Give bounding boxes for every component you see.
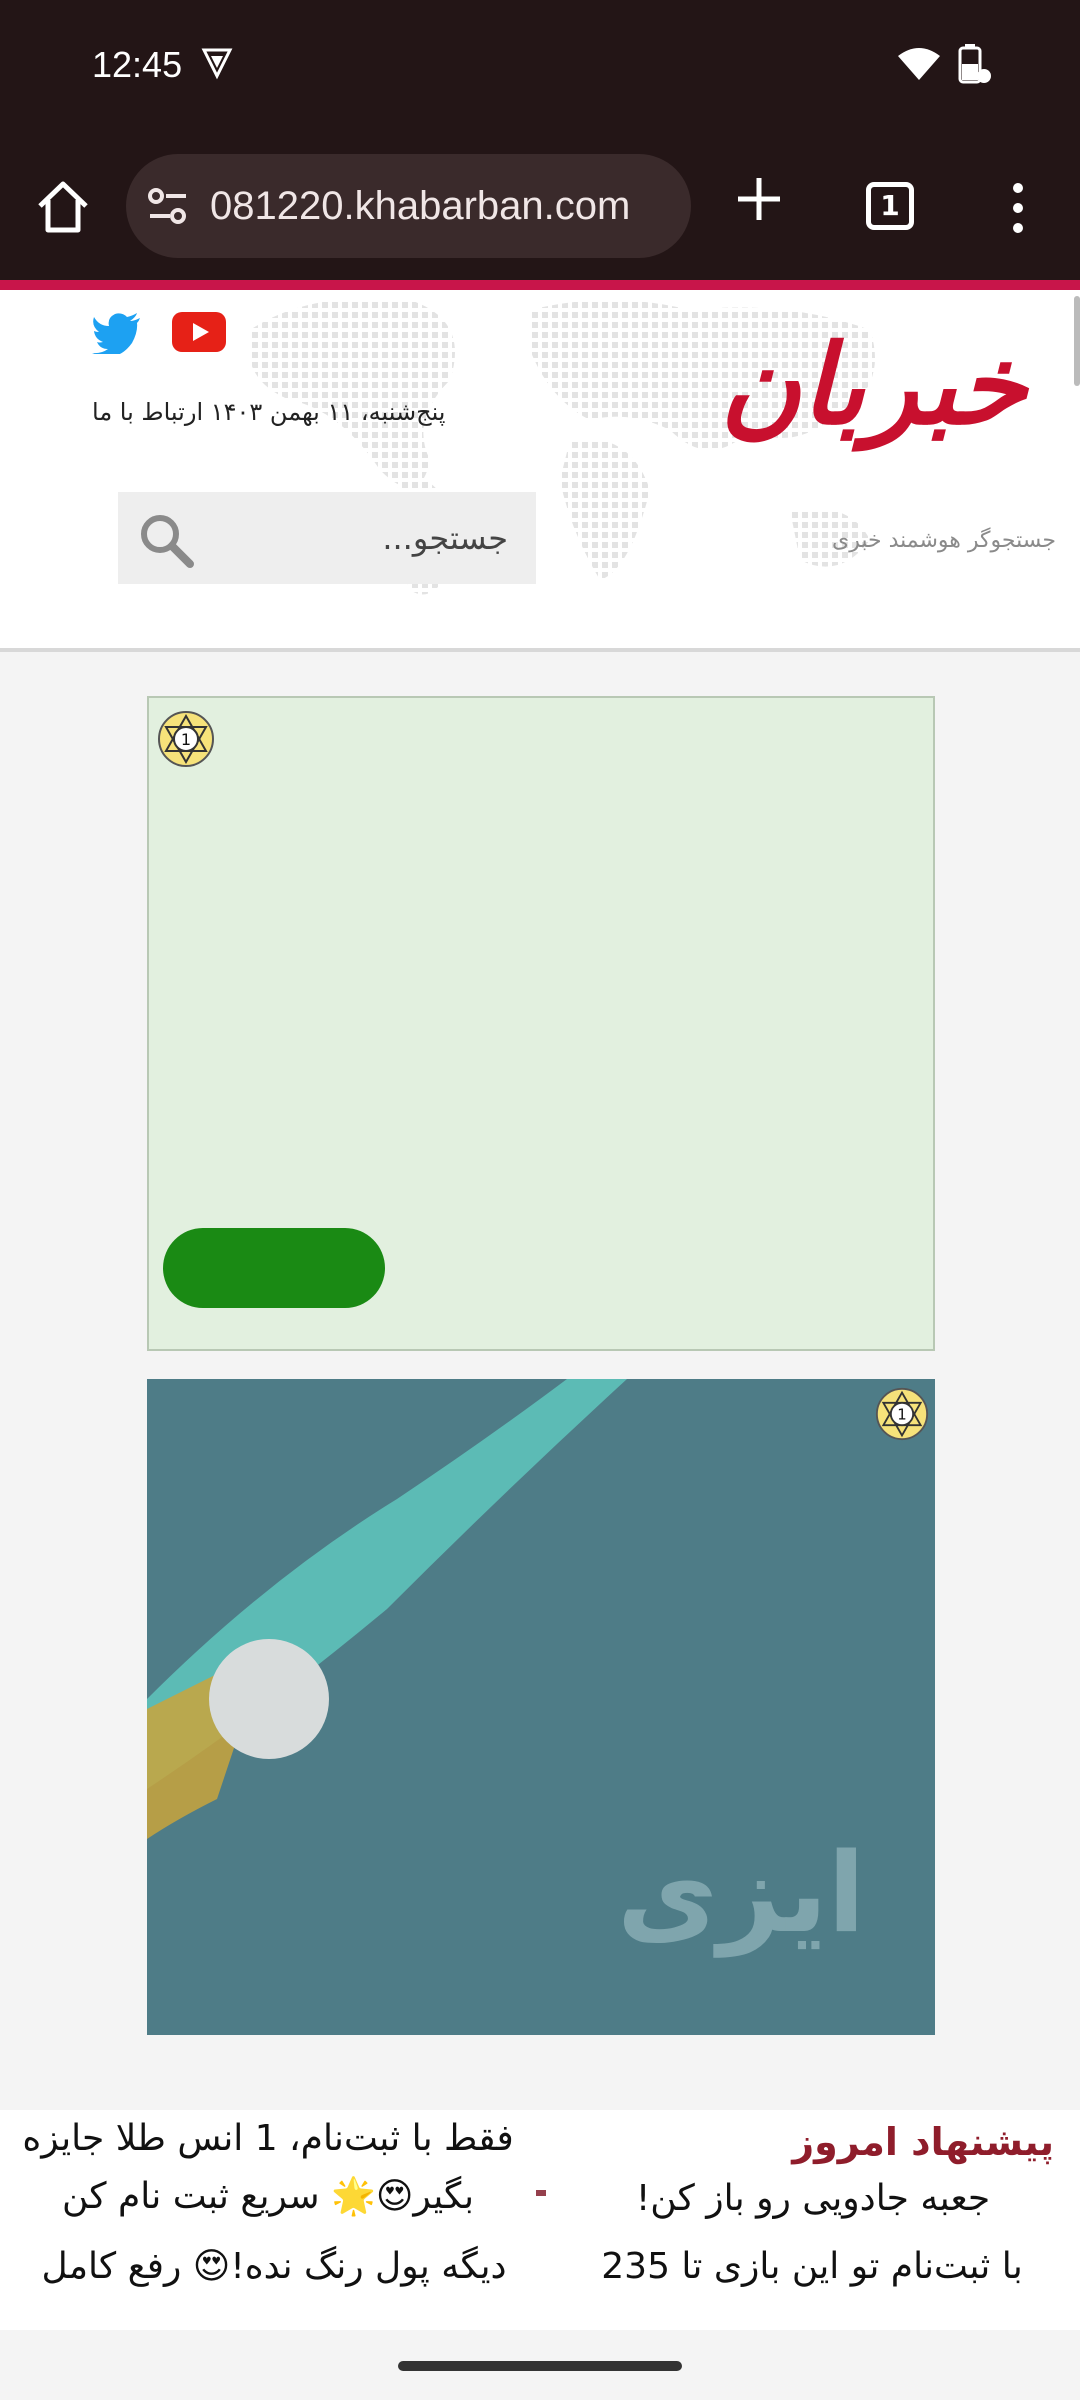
site-tagline: جستجوگر هوشمند خبری (832, 528, 1056, 553)
accent-strip (0, 280, 1080, 290)
date-and-contact: پنج‌شنبه، ۱۱ بهمن ۱۴۰۳ ارتباط با ما (92, 398, 446, 426)
promo-section: پیشنهاد امروز فقط با ثبت‌نام، 1 انس طلا … (0, 2110, 1080, 2330)
ad-brand-text: ایزی (617, 1829, 866, 1957)
search-input[interactable] (208, 512, 508, 564)
site-header: پنج‌شنبه، ۱۱ بهمن ۱۴۰۳ ارتباط با ما خبرب… (0, 290, 1080, 652)
site-search (118, 492, 536, 584)
home-button[interactable] (30, 174, 96, 240)
vpn-icon (200, 46, 234, 84)
youtube-icon[interactable] (172, 312, 226, 356)
home-icon (38, 181, 88, 233)
ad-banner-1[interactable]: 1 (147, 696, 935, 1351)
promo-item[interactable]: دیگه پول رنگ نده!😍 رفع کامل (14, 2238, 534, 2296)
wifi-icon (896, 46, 942, 86)
ad-banner-2[interactable]: 1 ایزی (147, 1379, 935, 2035)
browser-toolbar: 081220.khabarban.com 1 (0, 138, 1080, 280)
tab-switcher-button[interactable]: 1 (866, 182, 914, 230)
site-settings-icon[interactable] (146, 186, 190, 230)
ad-badge-icon: 1 (157, 710, 215, 772)
address-bar[interactable]: 081220.khabarban.com (126, 154, 691, 258)
twitter-icon[interactable] (92, 312, 142, 358)
new-tab-button[interactable] (734, 174, 784, 224)
battery-icon (952, 44, 992, 90)
ad-badge-label: 1 (897, 1406, 906, 1424)
ad-badge-label: 1 (181, 730, 191, 749)
promo-item[interactable]: جعبه جادویی رو باز کن! (546, 2170, 1080, 2228)
ad-badge-icon: 1 (875, 1387, 929, 1445)
promo-item[interactable]: فقط با ثبت‌نام، 1 انس طلا جایزه بگیر😍🌟 س… (0, 2110, 536, 2226)
promo-heading: پیشنهاد امروز (792, 2120, 1054, 2164)
plus-icon (738, 178, 780, 220)
gesture-handle[interactable] (398, 2361, 682, 2371)
more-vert-icon (1013, 183, 1023, 233)
promo-item[interactable]: با ثبت‌نام تو این بازی تا 235 (552, 2238, 1072, 2296)
site-logo[interactable]: خبربان (720, 320, 1027, 449)
overflow-menu-button[interactable] (1000, 178, 1036, 238)
status-bar: 12:45 (0, 0, 1080, 138)
url-text[interactable]: 081220.khabarban.com (210, 184, 630, 229)
page-scrollbar[interactable] (1074, 296, 1080, 386)
ad-cta-button[interactable] (163, 1228, 385, 1308)
search-icon[interactable] (138, 512, 194, 572)
status-time: 12:45 (92, 44, 183, 85)
